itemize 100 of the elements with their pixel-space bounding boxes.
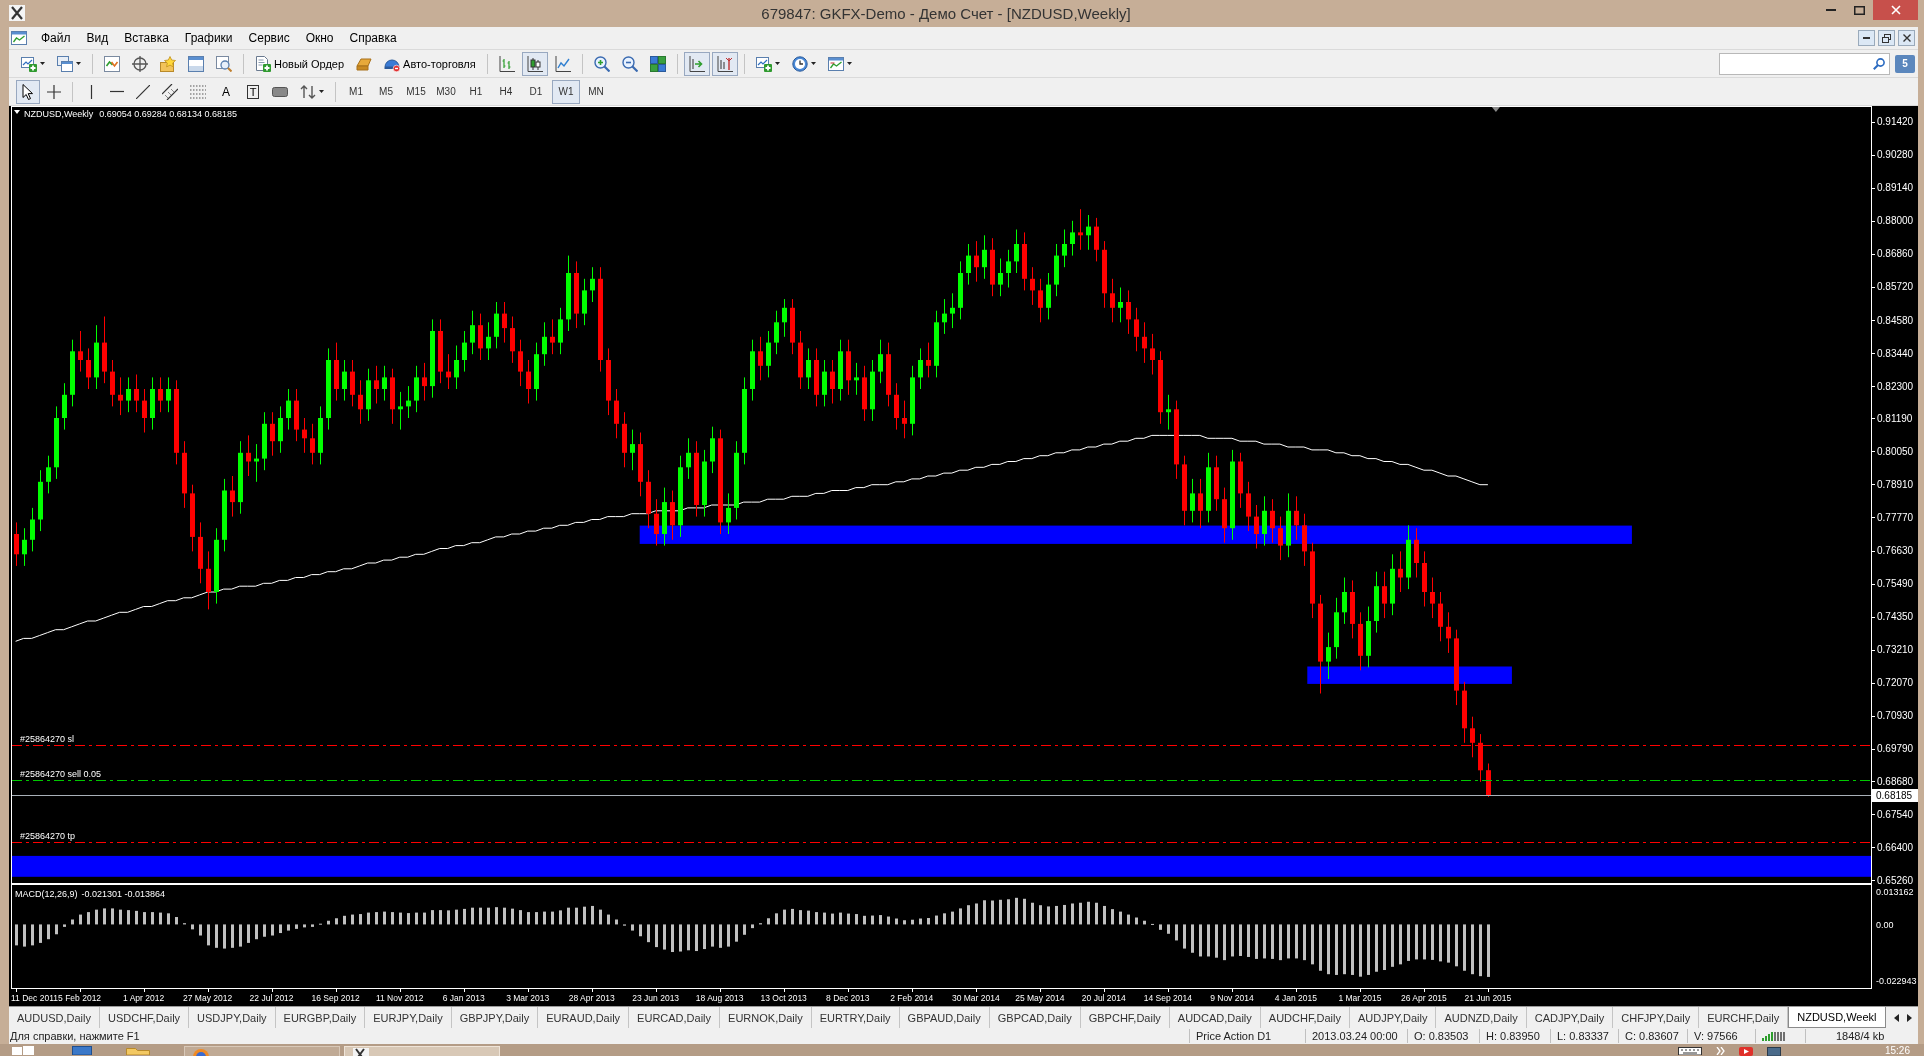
histogram-bar bbox=[863, 915, 866, 925]
chart-tab[interactable]: CHFJPY,Daily bbox=[1613, 1007, 1700, 1028]
chart-tab[interactable]: EURGBP,Daily bbox=[275, 1007, 366, 1028]
chart-tab[interactable]: USDJPY,Daily bbox=[189, 1007, 276, 1028]
chart-tab[interactable]: EURTRY,Daily bbox=[811, 1007, 900, 1028]
histogram-bar bbox=[1271, 924, 1274, 959]
histogram-bar bbox=[1335, 924, 1338, 975]
text-button[interactable]: A bbox=[213, 79, 239, 104]
histogram-bar bbox=[1127, 914, 1130, 925]
menu-item[interactable]: Вставка bbox=[116, 29, 177, 47]
menu-item[interactable]: Окно bbox=[297, 29, 342, 47]
histogram-bar bbox=[1079, 902, 1082, 925]
histogram-bar bbox=[175, 917, 178, 925]
search-field[interactable] bbox=[1719, 52, 1890, 75]
histogram-bar bbox=[711, 924, 714, 947]
timeframe-button[interactable]: M15 bbox=[402, 79, 430, 104]
document-plus-icon bbox=[255, 55, 271, 72]
histogram-bar bbox=[407, 913, 410, 925]
cursor-button[interactable] bbox=[16, 79, 40, 104]
timeframe-button[interactable]: MN bbox=[582, 79, 610, 104]
price-tick-label: 0.80050 bbox=[1877, 445, 1914, 457]
histogram-bar bbox=[591, 905, 594, 925]
histogram-bar bbox=[927, 918, 930, 925]
chart-shift-button[interactable] bbox=[711, 51, 738, 76]
close-icon bbox=[1890, 5, 1901, 15]
histogram-bar bbox=[15, 924, 18, 946]
date-label: 8 Dec 2013 bbox=[826, 993, 870, 1003]
triangle-right-icon bbox=[1907, 1013, 1912, 1022]
chart-tab[interactable]: EURNOK,Daily bbox=[720, 1007, 812, 1028]
chart-tab[interactable]: CADJPY,Daily bbox=[1526, 1007, 1614, 1028]
histogram-bar bbox=[855, 914, 858, 925]
timeframe-button[interactable]: H4 bbox=[492, 79, 520, 104]
menu-item[interactable]: Вид bbox=[78, 29, 117, 47]
histogram-bar bbox=[999, 899, 1002, 925]
chart-tab[interactable]: AUDNZD,Daily bbox=[1436, 1007, 1527, 1028]
menu-item[interactable]: Справка bbox=[341, 29, 405, 47]
timeframe-button[interactable]: D1 bbox=[522, 79, 550, 104]
close-button[interactable] bbox=[1898, 30, 1915, 46]
chart-tab[interactable]: GBPAUD,Daily bbox=[899, 1007, 990, 1028]
histogram-bar bbox=[439, 910, 442, 925]
histogram-bar bbox=[1159, 924, 1162, 930]
candlestick-chart-button[interactable] bbox=[521, 51, 548, 76]
timeframe-button[interactable]: H1 bbox=[462, 79, 490, 104]
chart-tab[interactable]: AUDCAD,Daily bbox=[1169, 1007, 1261, 1028]
histogram-bar bbox=[1231, 924, 1234, 957]
histogram-bar bbox=[1191, 924, 1194, 953]
timeframe-button[interactable]: M1 bbox=[342, 79, 370, 104]
price-tick-label: 0.75490 bbox=[1877, 578, 1914, 590]
indicator-tick-label: 0.00 bbox=[1876, 919, 1894, 930]
auto-scroll-button[interactable] bbox=[683, 51, 710, 76]
restore-button[interactable] bbox=[1878, 30, 1895, 46]
chart-tab[interactable]: GBPJPY,Daily bbox=[451, 1007, 539, 1028]
histogram-bar bbox=[1399, 924, 1402, 965]
timeframe-button[interactable]: W1 bbox=[552, 79, 580, 104]
new-order-button[interactable]: Новый Ордер bbox=[250, 51, 350, 76]
cursor-icon bbox=[22, 83, 34, 100]
price-label: 0.68185 bbox=[1872, 789, 1918, 802]
chart-tab[interactable]: AUDUSD,Daily bbox=[9, 1007, 100, 1028]
chart-tab[interactable]: AUDJPY,Daily bbox=[1349, 1007, 1437, 1028]
chart-tab[interactable]: NZDUSD,Weekl bbox=[1788, 1007, 1886, 1028]
chart-arrows-icon bbox=[104, 55, 120, 72]
chart-tab[interactable]: USDCHF,Daily bbox=[99, 1007, 190, 1028]
messages-button[interactable]: 5 bbox=[1895, 54, 1915, 73]
histogram-bar bbox=[1071, 903, 1074, 925]
histogram-bar bbox=[687, 924, 690, 951]
histogram-bar bbox=[679, 924, 682, 952]
chart-tab[interactable]: EURJPY,Daily bbox=[365, 1007, 452, 1028]
histogram-bar bbox=[815, 912, 818, 925]
horizontal-line-icon bbox=[110, 90, 124, 93]
text-label-button[interactable]: T bbox=[241, 79, 265, 104]
histogram-bar bbox=[1215, 924, 1218, 958]
chart-tab[interactable]: GBPCHF,Daily bbox=[1080, 1007, 1170, 1028]
histogram-bar bbox=[799, 910, 802, 925]
caret-icon bbox=[40, 62, 45, 65]
price-tick-label: 0.90280 bbox=[1877, 149, 1914, 161]
histogram-bar bbox=[1135, 917, 1138, 925]
date-label: 2 Feb 2014 bbox=[890, 993, 934, 1003]
menu-item[interactable]: Сервис bbox=[240, 29, 298, 47]
keyboard-icon bbox=[1677, 1047, 1702, 1055]
autotrading-button[interactable]: Авто-торговля bbox=[379, 51, 481, 76]
menu-item[interactable]: Файл bbox=[33, 29, 79, 47]
menu-item[interactable]: Графики bbox=[176, 29, 241, 47]
histogram-bar bbox=[631, 924, 634, 931]
chart-tab[interactable]: EURAUD,Daily bbox=[538, 1007, 630, 1028]
histogram-bar bbox=[1103, 905, 1106, 925]
histogram-bar bbox=[1423, 924, 1426, 960]
dotted-lines-icon bbox=[190, 84, 206, 99]
caret-icon bbox=[810, 62, 816, 65]
timeframe-button[interactable]: M30 bbox=[432, 79, 460, 104]
date-label: 9 Nov 2014 bbox=[1210, 993, 1254, 1003]
minimize-button[interactable] bbox=[1858, 30, 1875, 46]
chart-window-icon bbox=[11, 31, 27, 45]
histogram-bar bbox=[471, 907, 474, 925]
chart-tab[interactable]: EURCAD,Daily bbox=[629, 1007, 721, 1028]
timeframe-button[interactable]: M5 bbox=[372, 79, 400, 104]
bar-time: 2013.03.24 00:00 bbox=[1305, 1029, 1407, 1043]
date-label: 30 Mar 2014 bbox=[951, 993, 1000, 1003]
histogram-bar bbox=[607, 914, 610, 925]
chart-tab[interactable]: GBPCAD,Daily bbox=[989, 1007, 1081, 1028]
chart-tab[interactable]: AUDCHF,Daily bbox=[1260, 1007, 1350, 1028]
